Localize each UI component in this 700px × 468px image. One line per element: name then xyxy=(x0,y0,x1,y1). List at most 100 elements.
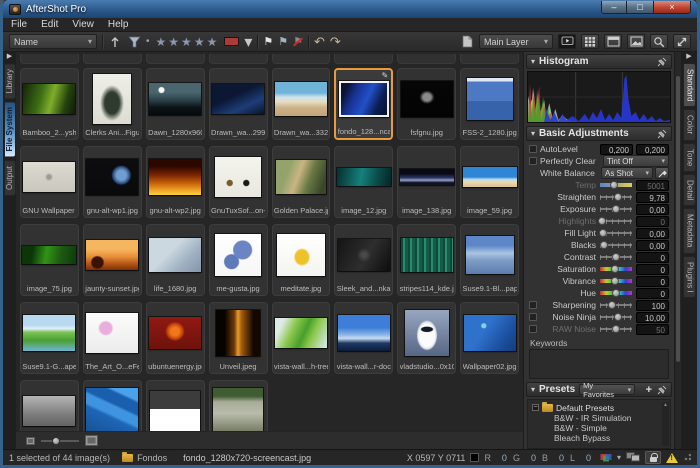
sort-ascending-icon[interactable] xyxy=(108,34,122,50)
fullscreen-button[interactable] xyxy=(673,34,691,49)
slider-knob[interactable] xyxy=(610,181,618,189)
thumbnail-cell[interactable]: ✎ image_138.jpg xyxy=(397,146,456,218)
slider-track[interactable] xyxy=(600,229,632,238)
thumbnail-cell[interactable]: ✎ jaunty-sunset.jpg xyxy=(83,224,142,296)
slider-knob[interactable] xyxy=(608,301,616,309)
star-icon[interactable]: ★ xyxy=(194,35,207,49)
magnifier-button[interactable] xyxy=(650,34,668,49)
maximize-button[interactable]: □ xyxy=(627,1,653,14)
thumbnail-cell[interactable]: ✎ image_12.jpg xyxy=(334,146,393,218)
slider-knob[interactable] xyxy=(612,289,620,297)
autolevel-checkbox[interactable] xyxy=(529,145,537,153)
slider-track[interactable] xyxy=(600,253,632,262)
slider-track[interactable] xyxy=(600,289,632,298)
left-panel-tab[interactable]: Output xyxy=(4,160,16,196)
slider-track[interactable] xyxy=(600,265,632,274)
slider-knob[interactable] xyxy=(612,253,620,261)
adjustment-value[interactable]: 50 xyxy=(636,324,669,335)
thumbnail-cell[interactable]: ✎ xyxy=(83,380,142,431)
adjustment-value[interactable]: 0,00 xyxy=(636,228,669,239)
thumbnail-cell[interactable]: ✎ Clerks Ani...Figure.jpg xyxy=(83,68,142,140)
add-preset-button[interactable]: + xyxy=(646,384,652,396)
slider-knob[interactable] xyxy=(600,241,608,249)
thumbnail-size-slider[interactable] xyxy=(41,440,79,442)
adjustment-value[interactable]: 0 xyxy=(636,216,669,227)
slider-track[interactable] xyxy=(600,217,632,226)
slider-knob[interactable] xyxy=(614,313,622,321)
keywords-input[interactable] xyxy=(529,349,669,379)
thumbnail-cell[interactable]: ✎ GNU Wallpaper 2.jpg xyxy=(20,146,79,218)
thumbnail-cell[interactable]: ✎ stripes114_kde.jpg xyxy=(397,224,456,296)
collapse-folder-icon[interactable]: − xyxy=(532,404,539,411)
slider-track[interactable] xyxy=(600,301,632,310)
sort-field-select[interactable]: Name ▾ xyxy=(9,34,97,49)
warning-icon[interactable] xyxy=(666,453,678,463)
star-icon[interactable]: ★ xyxy=(156,35,169,49)
thumbnail-cell[interactable]: ✎ life_1680.jpg xyxy=(146,224,205,296)
basic-adjustments-header[interactable]: ▾ Basic Adjustments xyxy=(526,126,672,141)
thumbnail-cell[interactable]: ✎ xyxy=(20,380,79,431)
thumbnail-cell[interactable]: ✎ GnuTuxSof...on-v1.jpg xyxy=(209,146,268,218)
preset-item[interactable]: B&W - Simple xyxy=(532,423,668,433)
adjustment-value[interactable]: 0,00 xyxy=(636,204,669,215)
thumbnail-cell[interactable]: ✎ Drawn_wa...299_.jpg xyxy=(209,68,268,140)
minimize-button[interactable]: – xyxy=(601,1,627,14)
thumbnail-cell[interactable]: ✎ Suse9.1-G...apers.jpg xyxy=(20,302,79,374)
thumbnail-cell[interactable]: ✎ ubuntuenergy.jpg xyxy=(146,302,205,374)
color-profile-icon[interactable] xyxy=(600,453,612,463)
star-icon[interactable]: ★ xyxy=(207,35,220,49)
thumbnail-cell[interactable]: ✎ The_Art_O...eFear.jpg xyxy=(83,302,142,374)
right-panel-tab[interactable]: Detail xyxy=(683,174,696,206)
slider-track[interactable] xyxy=(600,277,632,286)
adjustment-value[interactable]: 100 xyxy=(636,300,669,311)
thumbnail-cell[interactable]: ✎ gnu-alt-wp1.jpg xyxy=(83,146,142,218)
slider-knob[interactable] xyxy=(614,193,622,201)
slider-track[interactable] xyxy=(600,325,632,334)
chevron-down-icon[interactable]: ▾ xyxy=(617,453,621,462)
left-panel-tab[interactable]: Library xyxy=(4,63,16,99)
collapse-left-panel-icon[interactable]: ▶ xyxy=(7,53,12,62)
autolevel-low-value[interactable]: 0,200 xyxy=(600,144,633,155)
menu-item[interactable]: File xyxy=(11,19,27,30)
thumbnail-cell[interactable]: ✎ vladstudio...0x1024.jpg xyxy=(397,302,456,374)
thumbnail-cell[interactable]: ✎ xyxy=(209,380,268,431)
flag-clear-icon[interactable]: ⚑ xyxy=(293,35,303,49)
rotate-right-icon[interactable]: ↷ xyxy=(330,35,341,49)
pin-icon[interactable] xyxy=(657,57,667,67)
menu-item[interactable]: Help xyxy=(108,19,129,30)
slider-knob[interactable] xyxy=(598,217,606,225)
flag-review-icon[interactable]: ⚑ xyxy=(278,35,288,49)
thumbnail-cell[interactable]: ✎ fondo_128...ncast.jpg xyxy=(334,68,393,140)
preset-folder-row[interactable]: − Default Presets xyxy=(532,402,668,413)
thumbnail-cell[interactable]: ✎ Sleek_and...nkahn.jpg xyxy=(334,224,393,296)
thumbnail-cell[interactable]: ✎ Unveil.jpeg xyxy=(209,302,268,374)
thumbnail-cell[interactable]: ✎ meditate.jpg xyxy=(272,224,331,296)
flag-set-icon[interactable]: ⚑ xyxy=(263,35,273,49)
slider-knob[interactable] xyxy=(611,265,619,273)
preset-item[interactable]: B&W - IR Simulation xyxy=(532,413,668,423)
left-panel-tab[interactable]: File System xyxy=(4,101,16,157)
thumbnail-cell[interactable]: ✎ FSS-2_1280.jpg xyxy=(460,68,519,140)
adjustment-checkbox[interactable] xyxy=(529,301,537,309)
adjustment-checkbox[interactable] xyxy=(529,325,537,333)
thumbnail-cell[interactable]: ✎ image_75.jpg xyxy=(20,224,79,296)
slider-track[interactable] xyxy=(600,205,632,214)
thumbnail-cell[interactable]: ✎ Suse9.1-Bl...papers.jpg xyxy=(460,224,519,296)
adjustment-value[interactable]: 10,00 xyxy=(636,312,669,323)
adjustment-value[interactable]: 0 xyxy=(636,288,669,299)
preset-item[interactable]: Bleach Bypass xyxy=(532,433,668,443)
chevron-down-icon[interactable]: ▾ xyxy=(244,34,252,50)
presets-filter-select[interactable]: My Favorites ▾ xyxy=(579,384,635,395)
slider-knob[interactable] xyxy=(599,229,607,237)
thumbnail-cell[interactable]: ✎ Wallpaper02.jpg xyxy=(460,302,519,374)
thumbnail-size-knob[interactable] xyxy=(52,437,60,445)
collapse-right-panel-icon[interactable]: ▶ xyxy=(686,53,691,62)
panel-scrollbar[interactable] xyxy=(674,52,681,449)
slider-knob[interactable] xyxy=(612,205,620,213)
slider-track[interactable] xyxy=(600,193,632,202)
adjustment-value[interactable]: 0 xyxy=(636,252,669,263)
white-balance-dropper-button[interactable] xyxy=(655,167,669,179)
thumbnail-cell[interactable]: ✎ me-gusta.jpg xyxy=(209,224,268,296)
adjustment-value[interactable]: 5001 xyxy=(636,180,669,191)
thumbnail-cell[interactable]: ✎ vista-wall...r-dock.jpg xyxy=(334,302,393,374)
